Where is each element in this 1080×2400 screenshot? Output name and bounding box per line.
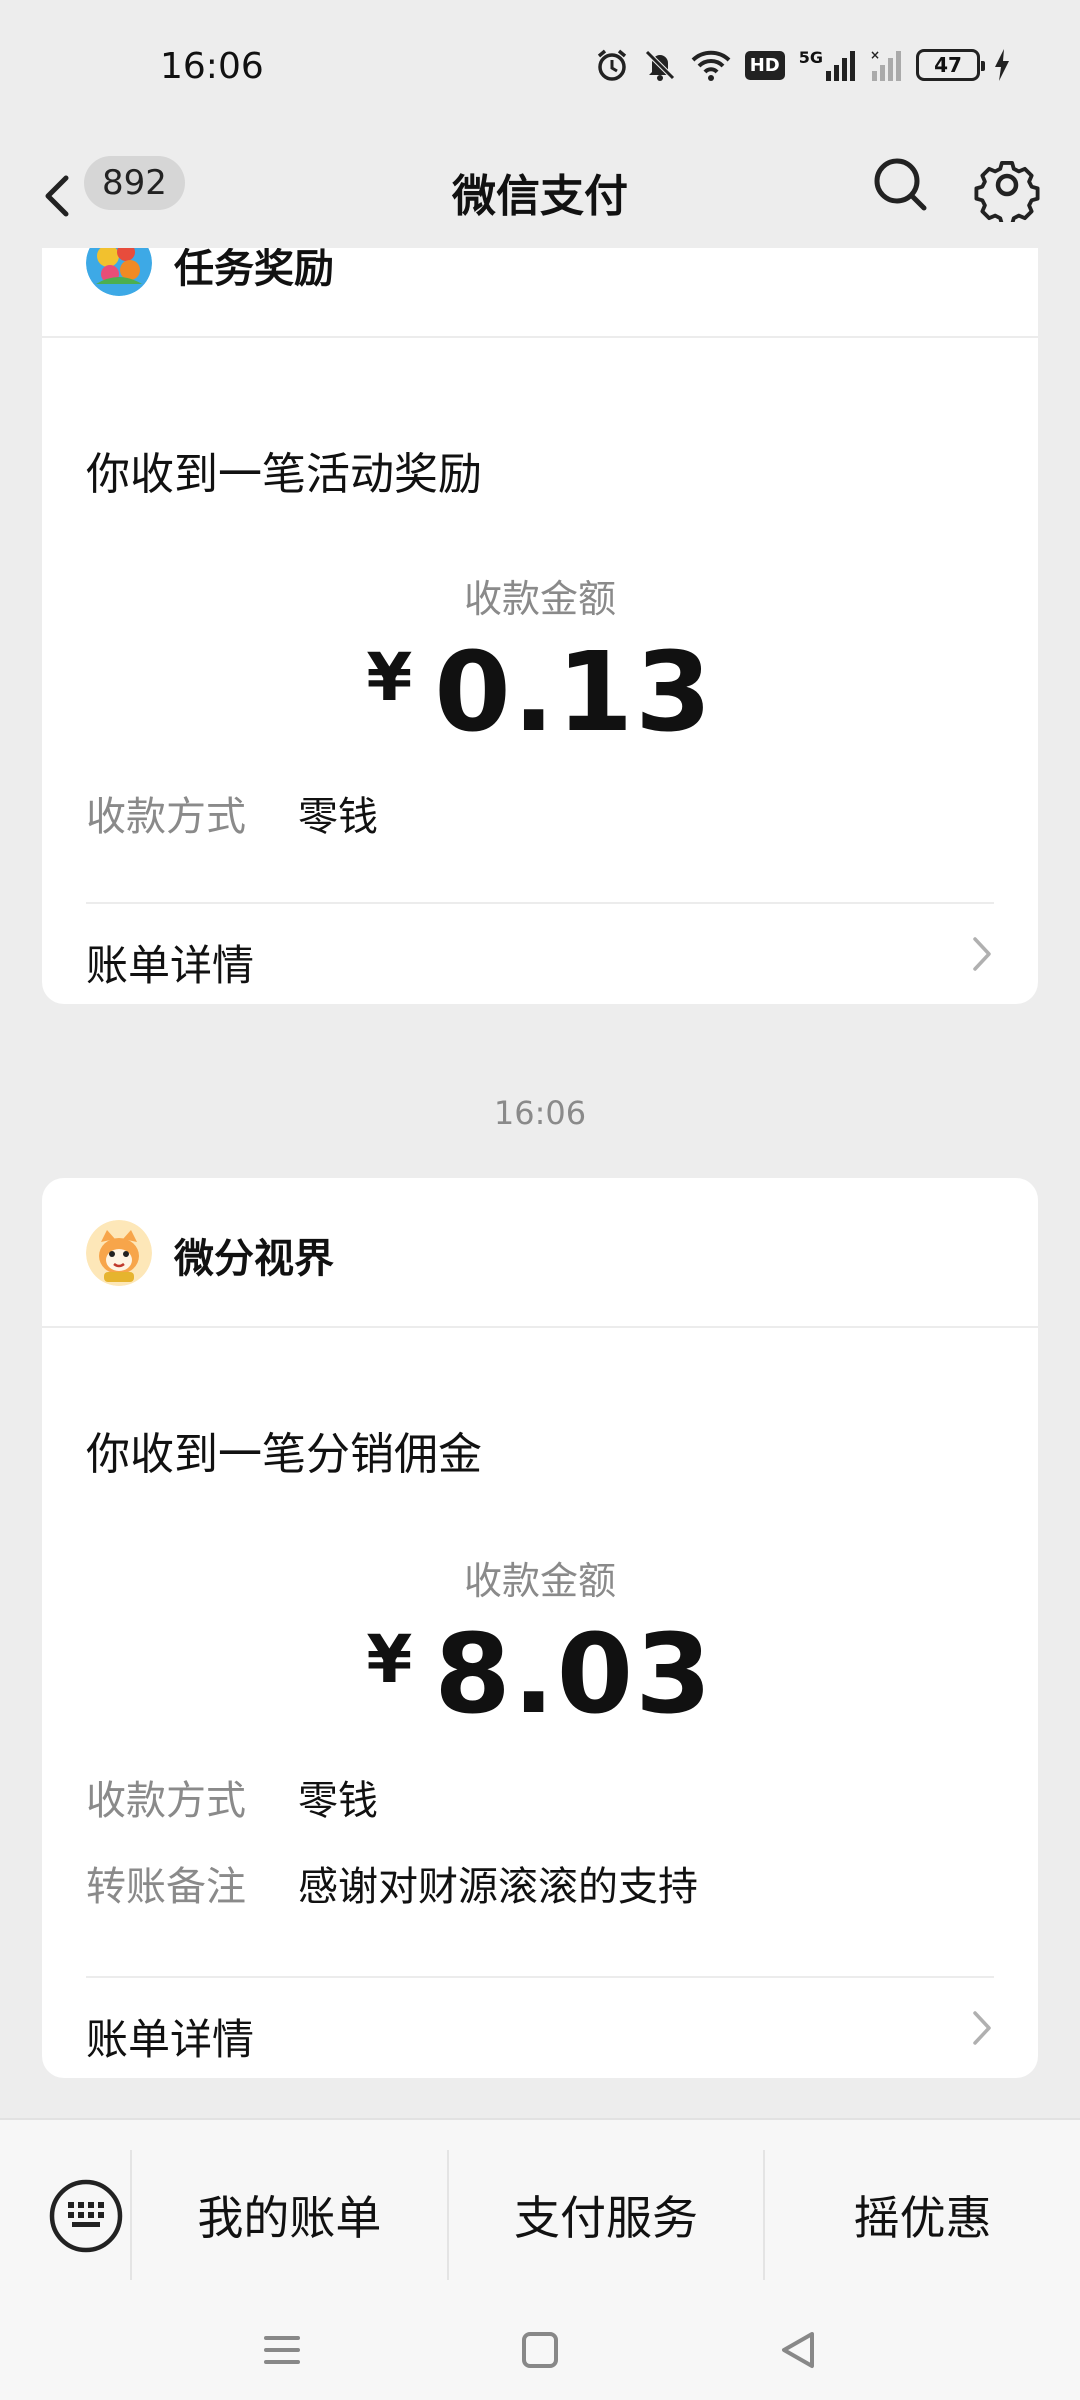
signal-weak-icon: × [870,49,902,81]
card-title: 你收到一笔活动奖励 [86,449,482,500]
chevron-right-icon [970,2008,994,2048]
message-timestamp: 16:06 [493,1094,587,1132]
mute-bell-icon [643,48,677,82]
amount-value: 0.13 [434,628,714,756]
payment-card: 微分视界 你收到一笔分销佣金 收款金额 ¥8.03 收款方式 零钱 转账备注 感谢对… [42,1178,1038,2078]
home-icon[interactable] [510,2320,570,2380]
chevron-right-icon [970,934,994,974]
status-icons: HD 5G × 47 [595,48,1010,82]
alarm-icon [595,48,629,82]
amount-label: 收款金额 [463,1559,616,1603]
bill-details-label: 账单详情 [86,2015,255,2064]
detail-value: 零钱 [298,1778,378,1824]
detail-row-payment-method: 收款方式 零钱 [86,784,378,842]
bill-details-label: 账单详情 [86,941,255,990]
hd-icon: HD [744,50,785,80]
sender-name: 微分视界 [174,1236,334,1282]
signal-5g-icon: 5G [798,48,856,81]
detail-row-transfer-note: 转账备注 感谢对财源滚滚的支持 [86,1854,698,1912]
currency-symbol: ¥ [366,1621,413,1698]
system-navigation-bar [0,2292,1080,2400]
search-icon[interactable] [866,150,936,220]
detail-key: 收款方式 [86,1778,246,1824]
menu-item-my-bills[interactable]: 我的账单 [130,2150,447,2280]
card-title: 你收到一笔分销佣金 [86,1429,482,1480]
sender-name: 任务奖励 [174,248,334,292]
amount-value: 8.03 [434,1610,714,1738]
detail-row-payment-method: 收款方式 零钱 [86,1768,378,1826]
bottom-menu-bar: 我的账单 支付服务 摇优惠 [0,2118,1080,2400]
card-header[interactable]: 微分视界 [42,1178,1038,1328]
charging-icon [994,49,1010,81]
detail-value: 零钱 [298,794,378,840]
sender-logo [86,1220,152,1286]
sender-logo [86,248,152,296]
currency-symbol: ¥ [366,639,413,716]
keyboard-icon[interactable] [28,2158,144,2274]
detail-value: 感谢对财源滚滚的支持 [298,1864,698,1910]
network-type: 5G [798,48,823,67]
gear-icon[interactable] [970,148,1044,227]
menu-item-shake-deals[interactable]: 摇优惠 [763,2150,1080,2280]
payment-card: 任务奖励 你收到一笔活动奖励 收款金额 ¥0.13 收款方式 零钱 账单详情 [42,248,1038,1004]
back-triangle-icon[interactable] [768,2320,828,2380]
svg-text:×: × [870,49,880,62]
message-feed[interactable]: 任务奖励 你收到一笔活动奖励 收款金额 ¥0.13 收款方式 零钱 账单详情 16… [0,248,1080,2118]
detail-key: 收款方式 [86,794,246,840]
wifi-icon [691,48,731,82]
nav-bar: 892 微信支付 [0,140,1080,248]
amount: ¥0.13 [42,628,1038,756]
bill-details-link[interactable]: 账单详情 [86,1978,994,2078]
battery-icon: 47 [916,49,985,81]
bill-details-link[interactable]: 账单详情 [86,904,994,1004]
status-time: 16:06 [160,46,264,87]
detail-key: 转账备注 [86,1864,246,1910]
menu-icon[interactable] [252,2320,312,2380]
amount-label: 收款金额 [463,577,616,621]
menu-item-payment-services[interactable]: 支付服务 [446,2150,764,2280]
amount: ¥8.03 [42,1610,1038,1738]
menu-items: 我的账单 支付服务 摇优惠 [130,2150,1080,2280]
card-header[interactable]: 任务奖励 [42,248,1038,338]
status-bar: 16:06 HD 5G × 47 [0,0,1080,140]
